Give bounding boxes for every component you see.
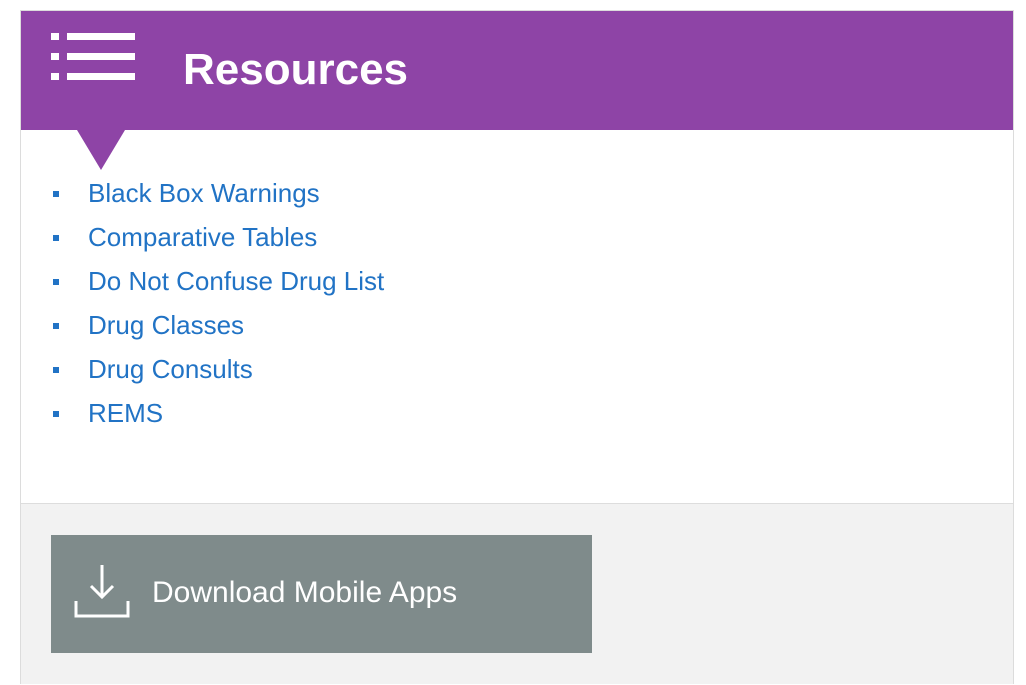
drug-consults-link[interactable]: Drug Consults (88, 347, 253, 391)
black-box-warnings-link[interactable]: Black Box Warnings (88, 171, 320, 215)
resources-header: Resources (21, 11, 1013, 130)
list-item: Comparative Tables (21, 215, 1011, 259)
list-item: Black Box Warnings (21, 171, 1011, 215)
bullet-icon (53, 411, 59, 417)
resources-list: Black Box Warnings Comparative Tables Do… (21, 171, 1011, 435)
comparative-tables-link[interactable]: Comparative Tables (88, 215, 317, 259)
header-pointer (77, 130, 125, 170)
drug-classes-link[interactable]: Drug Classes (88, 303, 244, 347)
list-icon (51, 33, 135, 80)
bullet-icon (53, 191, 59, 197)
bullet-icon (53, 235, 59, 241)
list-item: REMS (21, 391, 1011, 435)
download-button-label: Download Mobile Apps (152, 576, 458, 609)
do-not-confuse-drug-list-link[interactable]: Do Not Confuse Drug List (88, 259, 384, 303)
download-icon (74, 565, 130, 618)
list-item: Drug Consults (21, 347, 1011, 391)
panel-footer: Download Mobile Apps (21, 503, 1013, 684)
list-item: Drug Classes (21, 303, 1011, 347)
header-title: Resources (183, 45, 409, 94)
download-mobile-apps-button[interactable]: Download Mobile Apps (51, 535, 592, 653)
list-item: Do Not Confuse Drug List (21, 259, 1011, 303)
bullet-icon (53, 279, 59, 285)
bullet-icon (53, 323, 59, 329)
rems-link[interactable]: REMS (88, 391, 163, 435)
resources-panel: Resources Black Box Warnings Comparative… (20, 10, 1014, 684)
bullet-icon (53, 367, 59, 373)
